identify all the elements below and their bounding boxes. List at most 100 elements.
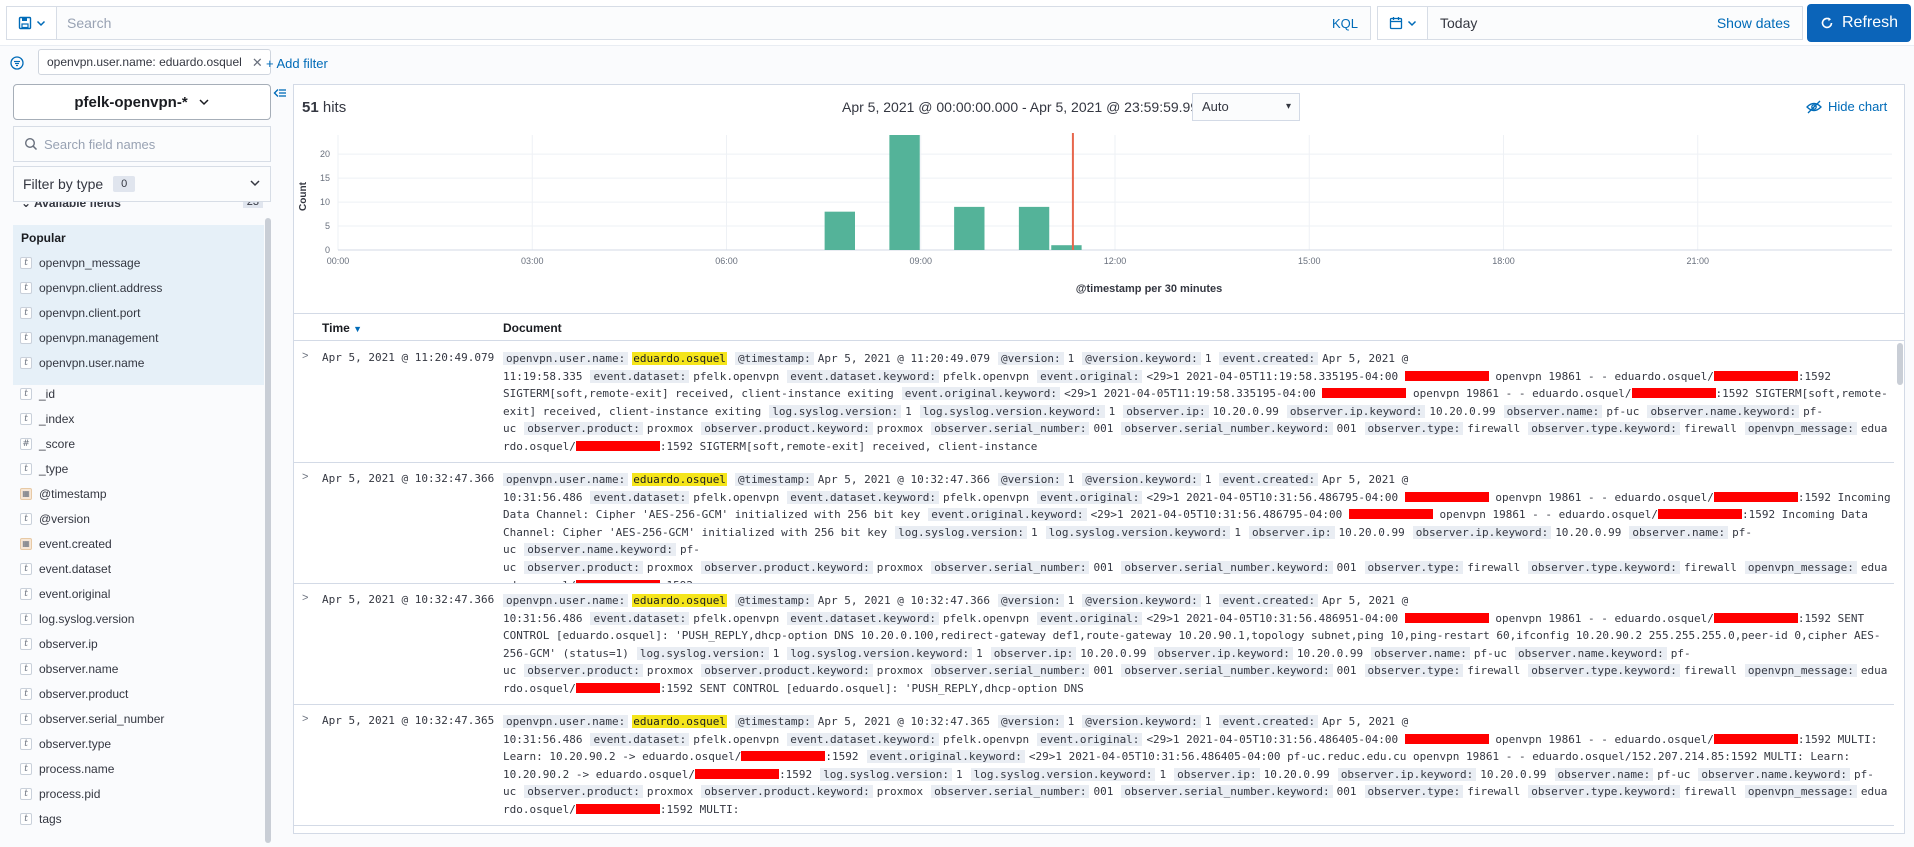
field-key[interactable]: log.syslog.version.keyword: (787, 646, 973, 660)
field-item[interactable]: t event.dataset (13, 556, 264, 581)
field-item[interactable]: t observer.ip (13, 631, 264, 656)
field-key[interactable]: observer.product: (524, 422, 643, 436)
time-column-header[interactable]: Time ▼ (322, 321, 362, 335)
field-item[interactable]: t _type (13, 456, 264, 481)
field-key[interactable]: event.created: (1219, 473, 1319, 486)
field-key[interactable]: observer.serial_number: (931, 422, 1090, 436)
field-key[interactable]: @version: (997, 352, 1064, 365)
field-item[interactable]: t @version (13, 506, 264, 531)
field-key[interactable]: log.syslog.version.keyword: (1045, 525, 1231, 539)
field-key[interactable]: observer.serial_number: (931, 785, 1090, 799)
field-key[interactable]: observer.ip: (1174, 767, 1260, 781)
field-key[interactable]: event.created: (1219, 352, 1319, 365)
field-item[interactable]: t _index (13, 406, 264, 431)
field-key[interactable]: event.dataset.keyword: (787, 369, 939, 383)
field-key[interactable]: observer.serial_number: (931, 560, 1090, 574)
field-key[interactable]: event.original.keyword: (928, 508, 1087, 522)
field-key[interactable]: event.created: (1219, 715, 1319, 728)
field-key[interactable]: observer.name.keyword: (1515, 646, 1667, 660)
field-item[interactable]: # _score (13, 431, 264, 456)
field-key[interactable]: event.original: (1037, 490, 1143, 504)
field-key[interactable]: @version: (997, 715, 1064, 728)
table-scrollbar[interactable] (1897, 343, 1903, 385)
field-key[interactable]: observer.ip: (1123, 404, 1209, 418)
filter-pill[interactable]: openvpn.user.name: eduardo.osquel ✕ (38, 49, 271, 75)
field-key[interactable]: openvpn_message: (1744, 422, 1857, 436)
field-key[interactable]: @version: (997, 473, 1064, 486)
field-key[interactable]: observer.product: (524, 560, 643, 574)
sidebar-scrollbar[interactable] (265, 218, 271, 843)
field-key[interactable]: event.dataset.keyword: (787, 490, 939, 504)
field-key[interactable]: observer.ip.keyword: (1337, 767, 1477, 781)
field-key[interactable]: observer.name.keyword: (1698, 767, 1851, 781)
show-dates-link[interactable]: Show dates (1717, 15, 1802, 31)
field-key[interactable]: openvpn.user.name: (503, 594, 629, 607)
field-key[interactable]: observer.ip.keyword: (1412, 525, 1552, 539)
field-key[interactable]: observer.name.keyword: (1647, 404, 1800, 418)
field-key[interactable]: @timestamp: (734, 473, 814, 486)
field-key[interactable]: observer.type: (1364, 560, 1464, 574)
quick-menu-button[interactable] (1378, 7, 1428, 39)
chevron-right-icon[interactable]: > (302, 471, 308, 483)
field-key[interactable]: observer.type.keyword: (1528, 664, 1680, 678)
field-key[interactable]: event.dataset: (590, 611, 690, 625)
field-key[interactable]: observer.product: (524, 664, 643, 678)
field-key[interactable]: observer.name: (1629, 525, 1729, 539)
field-key[interactable]: observer.ip.keyword: (1286, 404, 1426, 418)
field-key[interactable]: observer.ip: (1249, 525, 1335, 539)
field-key[interactable]: observer.name: (1503, 404, 1603, 418)
field-item[interactable]: t openvpn.client.address (13, 275, 264, 300)
field-key[interactable]: observer.type: (1364, 422, 1464, 436)
field-key[interactable]: observer.product: (524, 785, 643, 799)
field-key[interactable]: log.syslog.version.keyword: (919, 404, 1105, 418)
field-key[interactable]: log.syslog.version: (895, 525, 1027, 539)
field-key[interactable]: @version.keyword: (1082, 715, 1201, 728)
field-item[interactable]: t observer.name (13, 656, 264, 681)
field-key[interactable]: event.original.keyword: (901, 387, 1061, 401)
field-key[interactable]: observer.serial_number: (931, 664, 1090, 678)
field-key[interactable]: observer.serial_number.keyword: (1121, 785, 1333, 799)
date-range-value[interactable]: Today (1428, 15, 1717, 31)
field-key[interactable]: event.dataset: (590, 490, 690, 504)
field-key[interactable]: @version: (997, 594, 1064, 607)
field-key[interactable]: event.dataset: (590, 732, 690, 746)
field-key[interactable]: observer.type: (1364, 664, 1464, 678)
field-key[interactable]: observer.type: (1364, 785, 1464, 799)
field-key[interactable]: openvpn.user.name: (503, 352, 629, 365)
field-key[interactable]: observer.product.keyword: (701, 785, 873, 799)
field-key[interactable]: event.original: (1037, 369, 1143, 383)
field-key[interactable]: event.dataset.keyword: (787, 611, 939, 625)
field-search-input[interactable] (38, 128, 270, 160)
saved-queries-button[interactable] (7, 7, 57, 39)
field-key[interactable]: event.original.keyword: (866, 750, 1025, 764)
hide-chart-button[interactable]: Hide chart (1806, 99, 1887, 114)
field-key[interactable]: observer.serial_number.keyword: (1121, 560, 1333, 574)
field-key[interactable]: observer.product.keyword: (701, 560, 873, 574)
field-key[interactable]: log.syslog.version.keyword: (970, 767, 1156, 781)
field-key[interactable]: observer.ip: (990, 646, 1077, 660)
field-key[interactable]: @version.keyword: (1082, 352, 1201, 365)
field-key[interactable]: @timestamp: (734, 715, 814, 728)
chevron-right-icon[interactable]: > (302, 713, 308, 725)
field-item[interactable]: t openvpn.user.name (13, 350, 264, 375)
collapse-sidebar-icon[interactable] (273, 86, 287, 100)
field-key[interactable]: openvpn_message: (1744, 560, 1857, 574)
filter-menu-icon[interactable] (10, 56, 24, 70)
chevron-right-icon[interactable]: > (302, 350, 308, 362)
index-pattern-selector[interactable]: pfelk-openvpn-* (13, 84, 271, 120)
field-key[interactable]: event.dataset.keyword: (787, 732, 939, 746)
field-item[interactable]: t openvpn.client.port (13, 300, 264, 325)
field-key[interactable]: event.created: (1219, 594, 1319, 607)
field-item[interactable]: t process.name (13, 756, 264, 781)
interval-select[interactable]: Auto ▾ (1192, 93, 1300, 121)
field-key[interactable]: observer.name: (1371, 646, 1470, 660)
field-item[interactable]: t observer.serial_number (13, 706, 264, 731)
field-key[interactable]: log.syslog.version: (820, 767, 953, 781)
field-key[interactable]: observer.name: (1554, 767, 1654, 781)
field-item[interactable]: ▦ @timestamp (13, 481, 264, 506)
field-key[interactable]: log.syslog.version: (769, 404, 902, 418)
field-key[interactable]: observer.type.keyword: (1528, 560, 1680, 574)
filter-by-type-button[interactable]: Filter by type 0 (13, 166, 271, 202)
field-item[interactable]: t openvpn_message (13, 250, 264, 275)
field-key[interactable]: event.original: (1037, 732, 1143, 746)
